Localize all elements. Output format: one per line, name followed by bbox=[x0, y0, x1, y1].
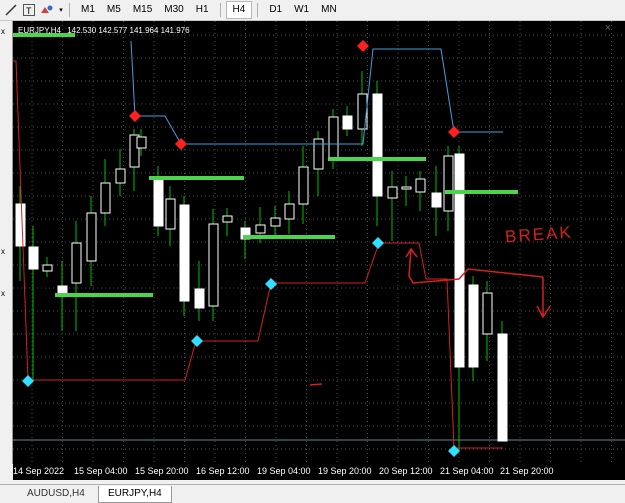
bottom-marker bbox=[191, 335, 203, 347]
candle-body bbox=[115, 168, 126, 184]
candle-body bbox=[42, 264, 53, 272]
top-marker bbox=[448, 126, 460, 138]
top-marker bbox=[129, 110, 141, 122]
candle-body bbox=[270, 217, 281, 227]
timeframe-w1[interactable]: W1 bbox=[288, 2, 315, 18]
chart-toolbar: T ▾ M1 M5 M15 M30 H1 H4 D1 W1 MN bbox=[0, 0, 625, 21]
candle-body bbox=[208, 223, 219, 307]
annotation-break-label: BREAK bbox=[504, 223, 573, 247]
candle-body bbox=[372, 93, 383, 197]
chart-header: EURJPY,H4 142.530 142.577 141.964 141.97… bbox=[18, 26, 190, 35]
timeframe-m5[interactable]: M5 bbox=[101, 2, 127, 18]
timeframe-m30[interactable]: M30 bbox=[158, 2, 189, 18]
candle-body bbox=[497, 333, 508, 442]
toolbar-separator bbox=[219, 3, 221, 17]
candle-body bbox=[153, 177, 164, 227]
candle-body bbox=[468, 284, 479, 368]
toolbar-separator bbox=[257, 3, 259, 17]
ohlc-values: 142.530 142.577 141.964 141.976 bbox=[67, 26, 190, 35]
timeframe-group: M1 M5 M15 M30 H1 H4 D1 W1 MN bbox=[75, 1, 343, 19]
line-icon[interactable] bbox=[4, 3, 18, 17]
symbol-label: EURJPY,H4 bbox=[18, 26, 61, 35]
close-icon[interactable]: × bbox=[605, 22, 611, 34]
candle-body bbox=[86, 212, 97, 262]
candle-body bbox=[357, 93, 368, 130]
time-label: 20 Sep 12:00 bbox=[379, 466, 433, 476]
bottom-marker bbox=[372, 237, 384, 249]
bottom-marker bbox=[265, 278, 277, 290]
time-label: 14 Sep 2022 bbox=[13, 466, 65, 476]
close-icon[interactable]: x bbox=[1, 27, 5, 36]
close-icon[interactable]: x bbox=[1, 247, 5, 256]
time-label: 19 Sep 20:00 bbox=[318, 466, 372, 476]
timeframe-h4[interactable]: H4 bbox=[225, 1, 253, 19]
upper-pivot-line bbox=[130, 40, 503, 145]
top-marker bbox=[175, 138, 187, 150]
candle-body bbox=[28, 246, 39, 270]
time-label: 19 Sep 04:00 bbox=[257, 466, 311, 476]
candle-body bbox=[100, 182, 111, 214]
time-label: 16 Sep 12:00 bbox=[196, 466, 250, 476]
candle-body bbox=[454, 153, 465, 368]
toolbar-separator bbox=[69, 3, 70, 17]
candle-body bbox=[136, 136, 147, 149]
text-icon[interactable]: T bbox=[22, 3, 36, 17]
candle-body bbox=[194, 288, 205, 309]
candle-body bbox=[222, 215, 233, 223]
candle-body bbox=[255, 224, 266, 234]
time-label: 21 Sep 20:00 bbox=[500, 466, 554, 476]
close-icon[interactable]: x bbox=[1, 289, 5, 298]
svg-text:T: T bbox=[26, 6, 32, 16]
time-label: 15 Sep 20:00 bbox=[135, 466, 189, 476]
left-panel-edge: x x x bbox=[0, 21, 13, 464]
timeframe-h1[interactable]: H1 bbox=[190, 2, 215, 18]
candle-body bbox=[165, 198, 176, 230]
candle-body bbox=[443, 155, 454, 212]
annotation-break-line bbox=[408, 248, 544, 284]
candle-body bbox=[179, 204, 190, 302]
candle-body bbox=[342, 115, 353, 130]
candle-body bbox=[71, 242, 82, 284]
candle-body bbox=[401, 186, 412, 190]
time-axis: 14 Sep 2022 15 Sep 04:00 15 Sep 20:00 16 Se… bbox=[13, 464, 625, 480]
annotation-arrow-down bbox=[536, 277, 551, 319]
chart-tabs: AUDUSD,H4 EURJPY,H4 bbox=[0, 484, 625, 503]
price-chart[interactable]: BREAK EURJPY,H4 142.530 142.577 141.964 … bbox=[13, 21, 625, 464]
timeframe-mn[interactable]: MN bbox=[315, 2, 343, 18]
chart-canvas[interactable]: BREAK bbox=[13, 21, 625, 464]
candle-body bbox=[415, 178, 426, 193]
annotation-arrow-up bbox=[405, 247, 418, 258]
timeframe-d1[interactable]: D1 bbox=[263, 2, 288, 18]
candle-body bbox=[284, 203, 295, 220]
candle-body bbox=[328, 116, 339, 160]
candle-body bbox=[482, 292, 493, 335]
timeframe-m1[interactable]: M1 bbox=[75, 2, 101, 18]
chevron-down-icon[interactable]: ▾ bbox=[58, 3, 64, 17]
shapes-icon[interactable] bbox=[40, 3, 54, 17]
time-label: 21 Sep 04:00 bbox=[440, 466, 494, 476]
candle-body bbox=[431, 192, 442, 208]
time-label: 15 Sep 04:00 bbox=[74, 466, 128, 476]
candle-body bbox=[298, 166, 309, 205]
tab-audusd-h4[interactable]: AUDUSD,H4 bbox=[18, 486, 94, 502]
bottom-marker bbox=[448, 445, 460, 457]
timeframe-m15[interactable]: M15 bbox=[127, 2, 158, 18]
annotation-dash bbox=[309, 383, 323, 386]
candle-body bbox=[15, 203, 26, 247]
tab-eurjpy-h4[interactable]: EURJPY,H4 bbox=[98, 486, 172, 503]
candle-body bbox=[387, 186, 398, 199]
candle-body bbox=[57, 285, 68, 294]
